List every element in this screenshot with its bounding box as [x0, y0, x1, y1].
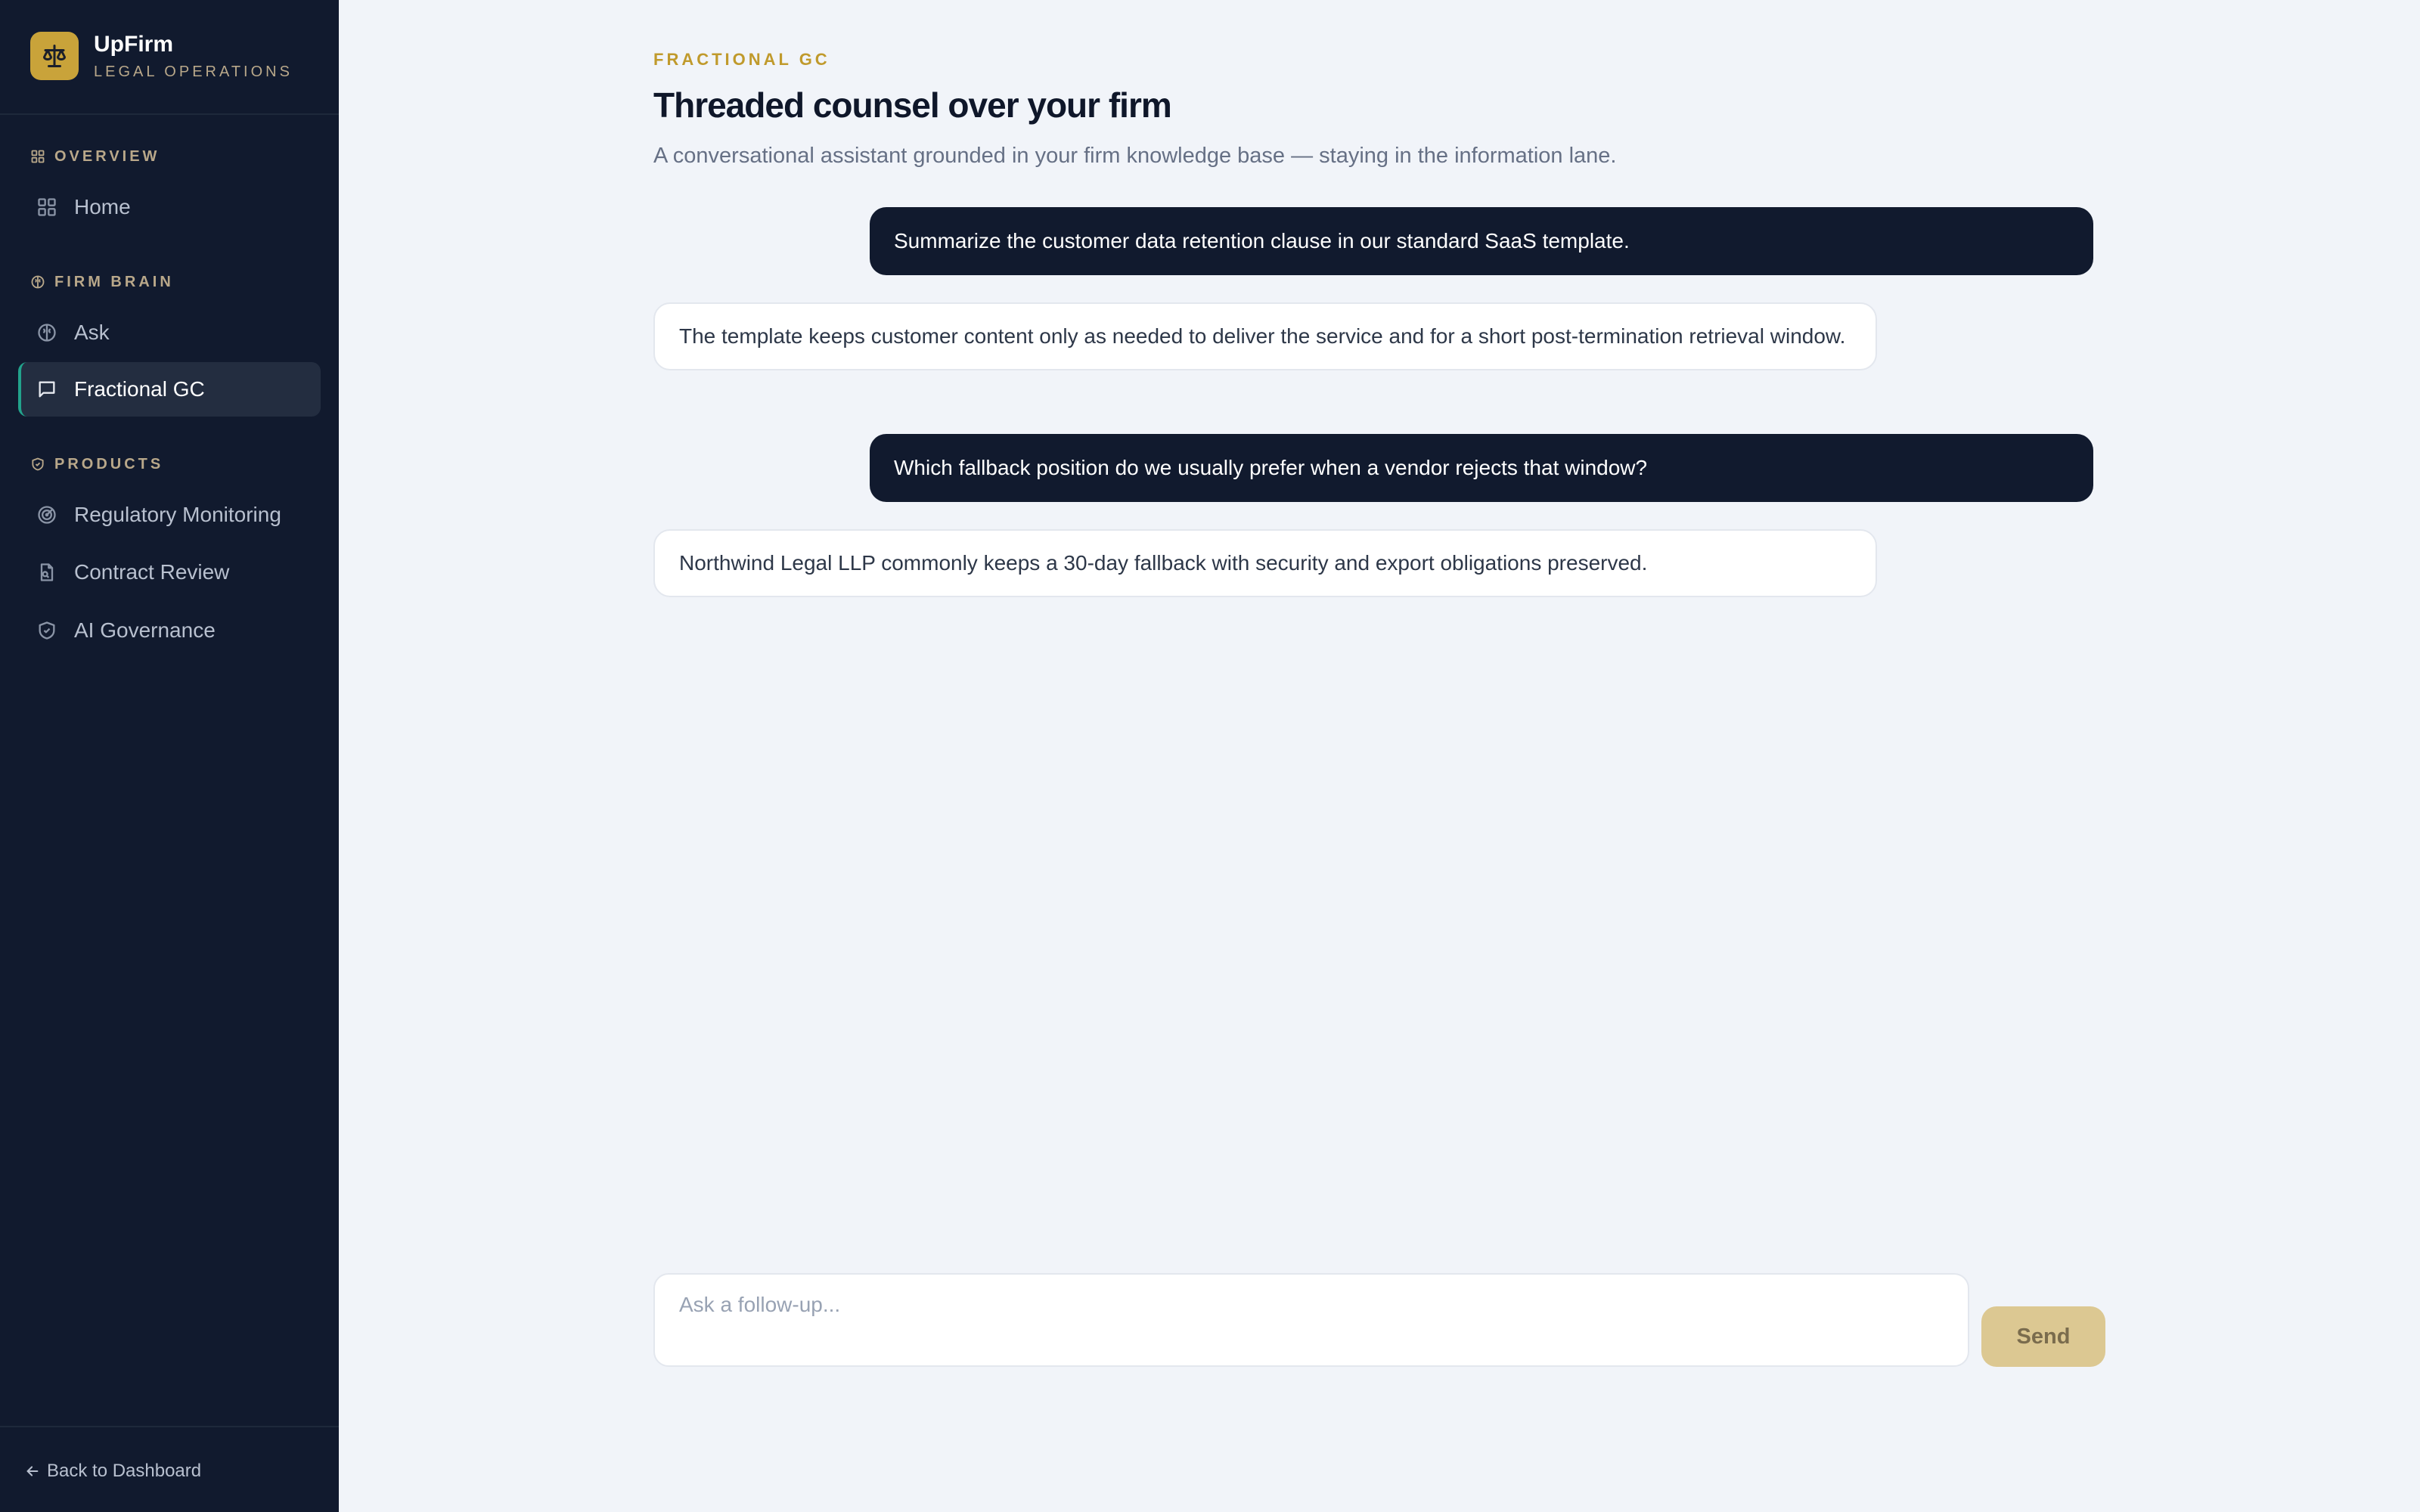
page-title: Threaded counsel over your firm — [653, 85, 1172, 125]
section-label-firm-brain: FIRM BRAIN — [30, 271, 174, 293]
sidebar-item-regulatory-monitoring[interactable]: Regulatory Monitoring — [18, 488, 321, 542]
section-label-products: PRODUCTS — [30, 454, 163, 475]
sidebar-item-contract-review[interactable]: Contract Review — [18, 545, 321, 600]
back-link-label: Back to Dashboard — [47, 1461, 202, 1481]
sidebar-item-label: Fractional GC — [74, 377, 205, 401]
assistant-message: The template keeps customer content only… — [653, 302, 1877, 370]
arrow-left-icon — [26, 1466, 39, 1476]
shield-icon — [32, 457, 44, 471]
sidebar-item-label: Home — [74, 195, 131, 218]
page-subtitle: A conversational assistant grounded in y… — [653, 144, 1617, 168]
scale-icon[interactable] — [30, 32, 79, 80]
sidebar-item-label: Contract Review — [74, 560, 230, 584]
shield-check-icon — [39, 621, 55, 640]
sidebar-item-label: Regulatory Monitoring — [74, 503, 281, 526]
sidebar-item-ai-governance[interactable]: AI Governance — [18, 603, 321, 658]
section-label-text: OVERVIEW — [54, 147, 160, 165]
radar-icon — [38, 506, 56, 524]
brand-header: UpFirm LEGAL OPERATIONS — [0, 0, 339, 115]
brain-icon — [31, 275, 45, 289]
brain-icon — [38, 324, 56, 342]
sidebar-footer: Back to Dashboard — [0, 1426, 339, 1512]
send-button[interactable]: Send — [1981, 1306, 2105, 1367]
user-message: Which fallback position do we usually pr… — [870, 434, 2093, 502]
sidebar-item-fractional-gc[interactable]: Fractional GC — [18, 362, 321, 417]
section-label-text: FIRM BRAIN — [54, 273, 174, 290]
sidebar-item-ask[interactable]: Ask — [18, 305, 321, 360]
back-to-dashboard-link[interactable]: Back to Dashboard — [24, 1461, 201, 1482]
sidebar-item-label: Ask — [74, 321, 110, 344]
page-eyebrow: FRACTIONAL GC — [653, 50, 830, 69]
section-label-overview: OVERVIEW — [30, 146, 160, 167]
composer — [653, 1273, 1969, 1367]
app-root: UpFirm LEGAL OPERATIONS OVERVIEW Home FI… — [0, 0, 2420, 1512]
grid-icon — [31, 150, 45, 163]
grid-icon — [38, 198, 56, 216]
follow-up-input[interactable] — [655, 1275, 1968, 1365]
sidebar-item-label: AI Governance — [74, 618, 216, 642]
assistant-message: Northwind Legal LLP commonly keeps a 30-… — [653, 529, 1877, 597]
document-search-icon — [40, 563, 54, 581]
chat-bubble-icon — [39, 381, 55, 398]
sidebar: UpFirm LEGAL OPERATIONS OVERVIEW Home FI… — [0, 0, 339, 1512]
section-label-text: PRODUCTS — [54, 455, 164, 472]
sidebar-item-home[interactable]: Home — [18, 180, 321, 234]
brand-subtitle: LEGAL OPERATIONS — [94, 64, 293, 80]
user-message: Summarize the customer data retention cl… — [870, 207, 2093, 275]
brand-name: UpFirm — [94, 32, 173, 57]
